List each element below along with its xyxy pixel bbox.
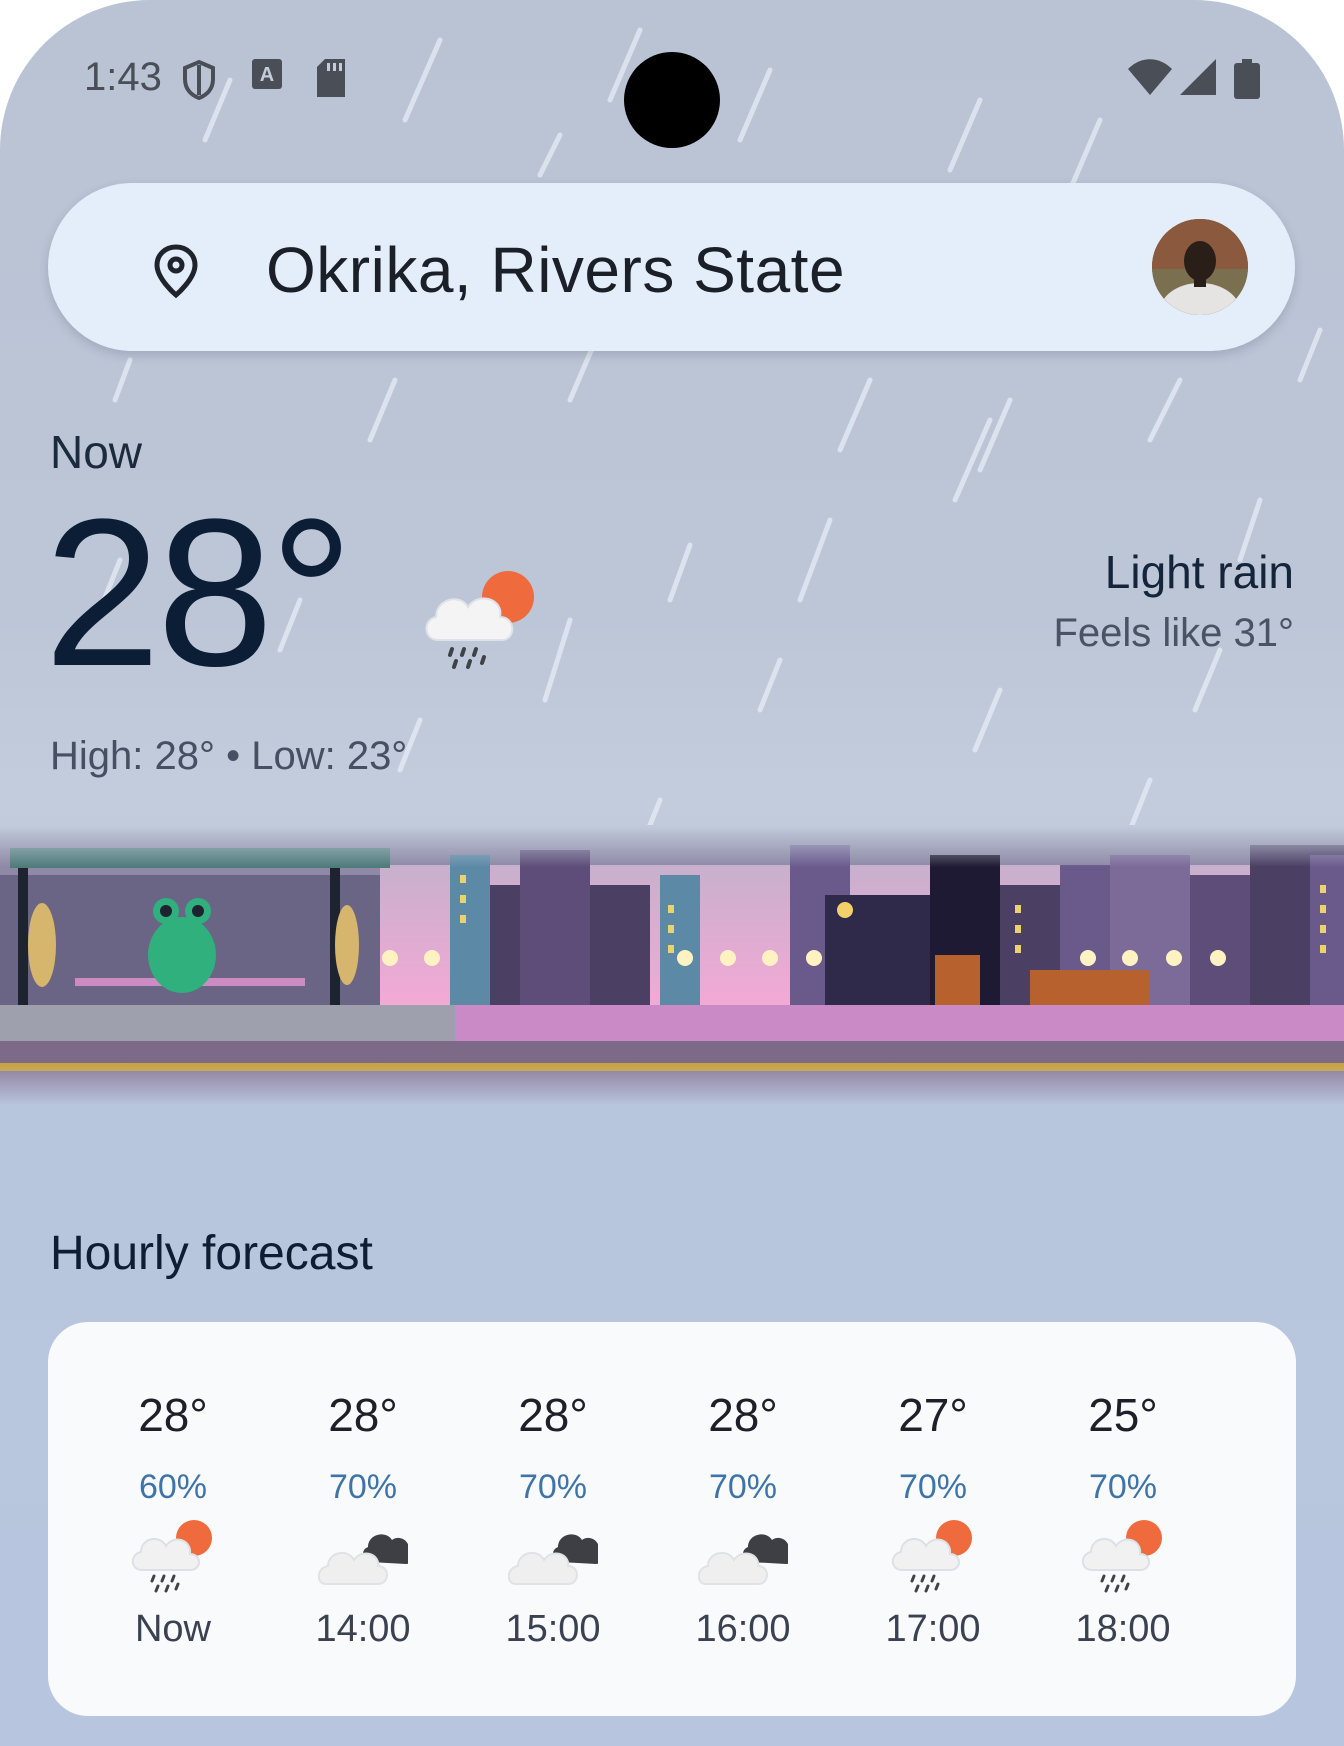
rain-cloud-sun-icon bbox=[425, 571, 534, 669]
hourly-precipitation: 70% bbox=[708, 1468, 778, 1506]
hourly-time: 16:00 bbox=[695, 1608, 791, 1650]
sd-card-icon bbox=[317, 59, 345, 97]
hourly-forecast-list[interactable]: 28° 60% Now 28° 70% 14:00 28° 70% 15:00 28° 70% 16:… bbox=[48, 1322, 1296, 1716]
wifi-icon bbox=[1128, 59, 1172, 95]
rain-cloud-sun-icon bbox=[888, 1516, 978, 1601]
current-temperature: 28° bbox=[44, 475, 354, 710]
hourly-item: 28° 70% 15:00 bbox=[458, 1322, 648, 1716]
text-a-icon: A bbox=[252, 59, 282, 89]
camera-cutout bbox=[624, 52, 720, 148]
hourly-temperature: 28° bbox=[328, 1389, 398, 1441]
battery-icon bbox=[1234, 59, 1260, 99]
hourly-temperature: 27° bbox=[898, 1389, 968, 1441]
location-pin-icon bbox=[154, 244, 198, 299]
high-low: High: 28° • Low: 23° bbox=[50, 734, 408, 778]
hourly-precipitation: 70% bbox=[328, 1468, 398, 1506]
cloudy-icon bbox=[317, 1516, 414, 1601]
hourly-item: 25° 70% 18:00 bbox=[1028, 1322, 1218, 1716]
hourly-time: Now bbox=[134, 1608, 212, 1650]
hourly-temperature: 28° bbox=[518, 1389, 588, 1441]
svg-text:A: A bbox=[260, 64, 274, 86]
hourly-item: 28° 70% 14:00 bbox=[268, 1322, 458, 1716]
location-name: Okrika, Rivers State bbox=[266, 234, 846, 306]
hourly-temperature: 25° bbox=[1088, 1389, 1158, 1441]
hourly-temperature: 28° bbox=[708, 1389, 778, 1441]
now-label: Now bbox=[50, 426, 143, 478]
hourly-precipitation: 70% bbox=[1088, 1468, 1158, 1506]
hourly-item: 1 bbox=[1218, 1322, 1296, 1716]
hourly-forecast-card[interactable]: 28° 60% Now 28° 70% 14:00 28° 70% 15:00 28° 70% 16:… bbox=[48, 1322, 1296, 1716]
rain-cloud-sun-icon bbox=[128, 1516, 218, 1601]
hourly-time: 1 bbox=[1218, 1608, 1296, 1651]
weather-screen: 1:43 A Okrika, Rivers State Now 28° Ligh… bbox=[0, 0, 1344, 1746]
hourly-item: 28° 60% Now bbox=[78, 1322, 268, 1716]
rain-cloud-sun-icon bbox=[1078, 1516, 1168, 1601]
hourly-time: 14:00 bbox=[315, 1608, 411, 1650]
hourly-temperature: 28° bbox=[138, 1389, 208, 1441]
avatar[interactable] bbox=[1152, 219, 1248, 315]
shield-icon bbox=[183, 59, 215, 101]
status-time: 1:43 bbox=[84, 55, 162, 99]
signal-icon bbox=[1180, 59, 1216, 95]
hourly-time: 15:00 bbox=[505, 1608, 601, 1650]
hourly-time: 17:00 bbox=[885, 1608, 981, 1650]
city-rain-illustration bbox=[0, 825, 1344, 1105]
feels-like: Feels like 31° bbox=[1053, 611, 1294, 655]
hourly-precipitation: 70% bbox=[518, 1468, 588, 1506]
hourly-item: 27° 70% 17:00 bbox=[838, 1322, 1028, 1716]
hourly-time: 18:00 bbox=[1075, 1608, 1171, 1650]
location-search-bar[interactable]: Okrika, Rivers State bbox=[48, 183, 1295, 351]
hourly-precipitation: 70% bbox=[898, 1468, 968, 1506]
cloudy-icon bbox=[507, 1516, 604, 1601]
hourly-precipitation: 60% bbox=[138, 1468, 208, 1506]
profile-photo bbox=[1152, 219, 1248, 315]
cloudy-icon bbox=[697, 1516, 794, 1601]
hourly-item: 28° 70% 16:00 bbox=[648, 1322, 838, 1716]
weather-condition: Light rain bbox=[1104, 546, 1294, 598]
hourly-forecast-title: Hourly forecast bbox=[50, 1227, 373, 1280]
